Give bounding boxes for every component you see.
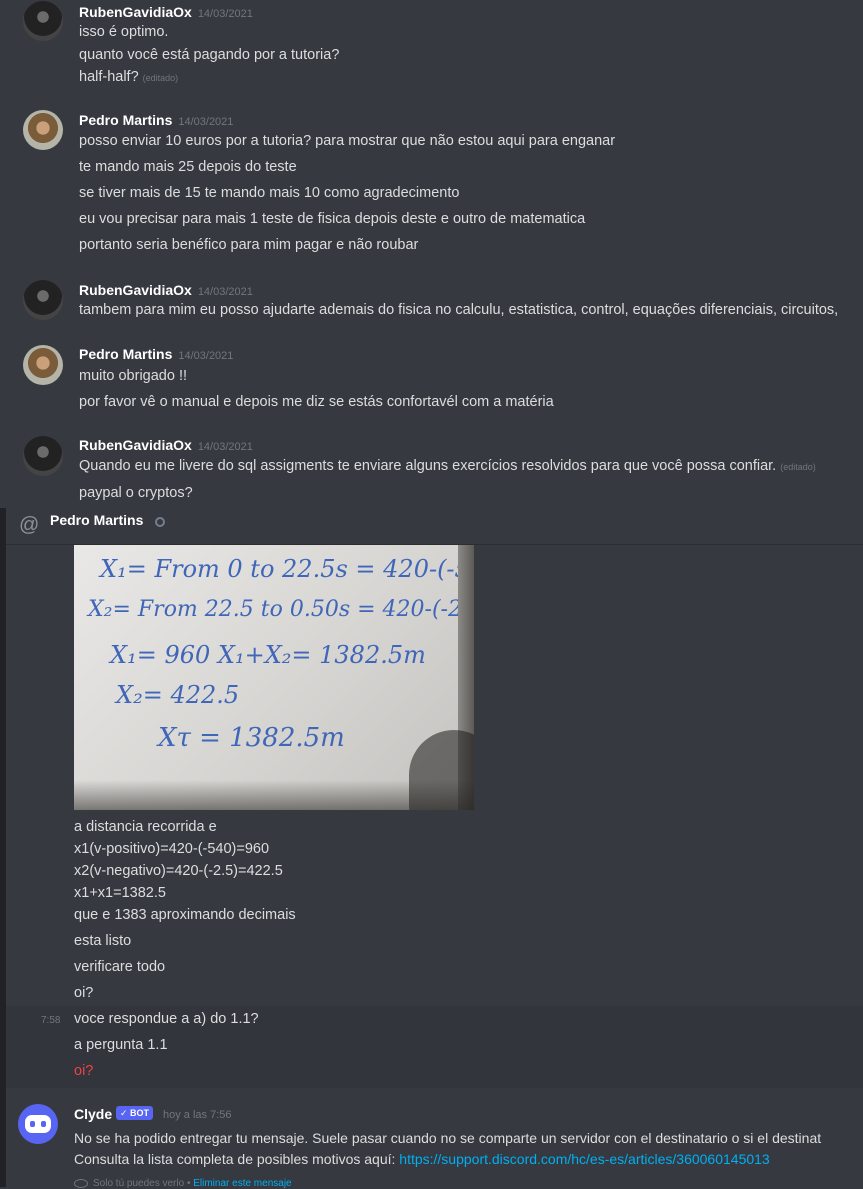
message-text: paypal o cryptos? xyxy=(79,485,193,501)
at-icon: @ xyxy=(19,514,40,536)
message-text: te mando mais 25 depois do teste xyxy=(79,159,297,175)
message-text: voce respondue a a) do 1.1? xyxy=(74,1011,259,1027)
support-link[interactable]: https://support.discord.com/hc/es-es/art… xyxy=(399,1151,769,1167)
offline-status-icon xyxy=(155,517,165,527)
message-text: x1(v-positivo)=420-(-540)=960 xyxy=(74,841,270,857)
author-name[interactable]: RubenGavidiaOx 14/03/2021 xyxy=(79,437,253,453)
edited-tag: (editado) xyxy=(780,462,816,472)
message-text: portanto seria benéfico para mim pagar e… xyxy=(79,237,419,253)
message-text: isso é optimo. xyxy=(79,24,169,40)
clyde-bot-avatar[interactable] xyxy=(18,1104,58,1144)
avatar[interactable] xyxy=(23,436,63,476)
message-text: posso enviar 10 euros por a tutoria? par… xyxy=(79,133,616,149)
timestamp: 14/03/2021 xyxy=(178,350,234,362)
timestamp: 14/03/2021 xyxy=(197,441,253,453)
message-text: se tiver mais de 15 te mando mais 10 com… xyxy=(79,185,460,201)
message-text: verificare todo xyxy=(74,959,166,975)
whiteboard-photo-attachment[interactable]: X₁= From 0 to 22.5s = 420-(-540) X₂= Fro… xyxy=(74,545,474,810)
message-text: Quando eu me livere do sql assigments te… xyxy=(79,458,816,474)
photo-handwriting: X₂= 422.5 xyxy=(116,681,240,709)
message-text: oi? xyxy=(74,985,94,1001)
photo-handwriting: X₂= From 22.5 to 0.50s = 420-(-2.5) xyxy=(88,597,474,622)
avatar[interactable] xyxy=(23,345,63,385)
dm-header: @ Pedro Martins xyxy=(6,508,863,545)
message-text: x2(v-negativo)=420-(-2.5)=422.5 xyxy=(74,863,283,879)
chat-history-top: RubenGavidiaOx 14/03/2021 isso é optimo. … xyxy=(0,0,863,508)
timestamp: 14/03/2021 xyxy=(178,116,234,128)
avatar[interactable] xyxy=(23,1,63,41)
message-text: tambem para mim eu posso ajudarte ademai… xyxy=(79,302,839,318)
message-text: muito obrigado !! xyxy=(79,368,188,384)
bot-badge: ✓ BOT xyxy=(116,1106,154,1120)
ephemeral-notice: Solo tú puedes verlo • Eliminar este men… xyxy=(74,1178,292,1189)
avatar[interactable] xyxy=(23,280,63,320)
timestamp: hoy a las 7:56 xyxy=(163,1109,232,1121)
robot-icon xyxy=(25,1115,51,1133)
avatar[interactable] xyxy=(23,110,63,150)
message-text: eu vou precisar para mais 1 teste de fis… xyxy=(79,211,586,227)
message-text: Consulta la lista completa de posibles m… xyxy=(74,1151,770,1167)
message-text: quanto você está pagando por a tutoria? xyxy=(79,47,340,63)
message-text: No se ha podido entregar tu mensaje. Sue… xyxy=(74,1130,822,1146)
message-text: a pergunta 1.1 xyxy=(74,1037,168,1053)
message-text: que e 1383 aproximando decimais xyxy=(74,907,296,923)
message-text: x1+x1=1382.5 xyxy=(74,885,166,901)
photo-handwriting: Xτ = 1382.5m xyxy=(158,723,345,753)
dismiss-message-link[interactable]: Eliminar este mensaje xyxy=(193,1178,291,1189)
photo-shadow xyxy=(74,780,474,810)
author-name[interactable]: RubenGavidiaOx 14/03/2021 xyxy=(79,282,253,298)
author-name[interactable]: RubenGavidiaOx 14/03/2021 xyxy=(79,4,253,20)
timestamp: 14/03/2021 xyxy=(197,286,253,298)
message-text: esta listo xyxy=(74,933,132,949)
message-text: half-half? (editado) xyxy=(79,69,179,85)
dm-recipient-name[interactable]: Pedro Martins xyxy=(50,512,143,528)
author-name[interactable]: Clyde xyxy=(74,1106,112,1122)
author-name[interactable]: Pedro Martins 14/03/2021 xyxy=(79,112,233,128)
message-text: a distancia recorrida e xyxy=(74,819,217,835)
timestamp: 14/03/2021 xyxy=(197,8,253,20)
photo-handwriting: X₁= From 0 to 22.5s = 420-(-540) xyxy=(100,555,474,583)
failed-message-text: oi? xyxy=(74,1063,94,1079)
edited-tag: (editado) xyxy=(142,73,179,83)
author-name[interactable]: Pedro Martins 14/03/2021 xyxy=(79,346,233,362)
message-text: por favor vê o manual e depois me diz se… xyxy=(79,394,554,410)
photo-handwriting: X₁= 960 X₁+X₂= 1382.5m xyxy=(110,641,426,669)
hover-timestamp: 7:58 xyxy=(41,1015,61,1026)
